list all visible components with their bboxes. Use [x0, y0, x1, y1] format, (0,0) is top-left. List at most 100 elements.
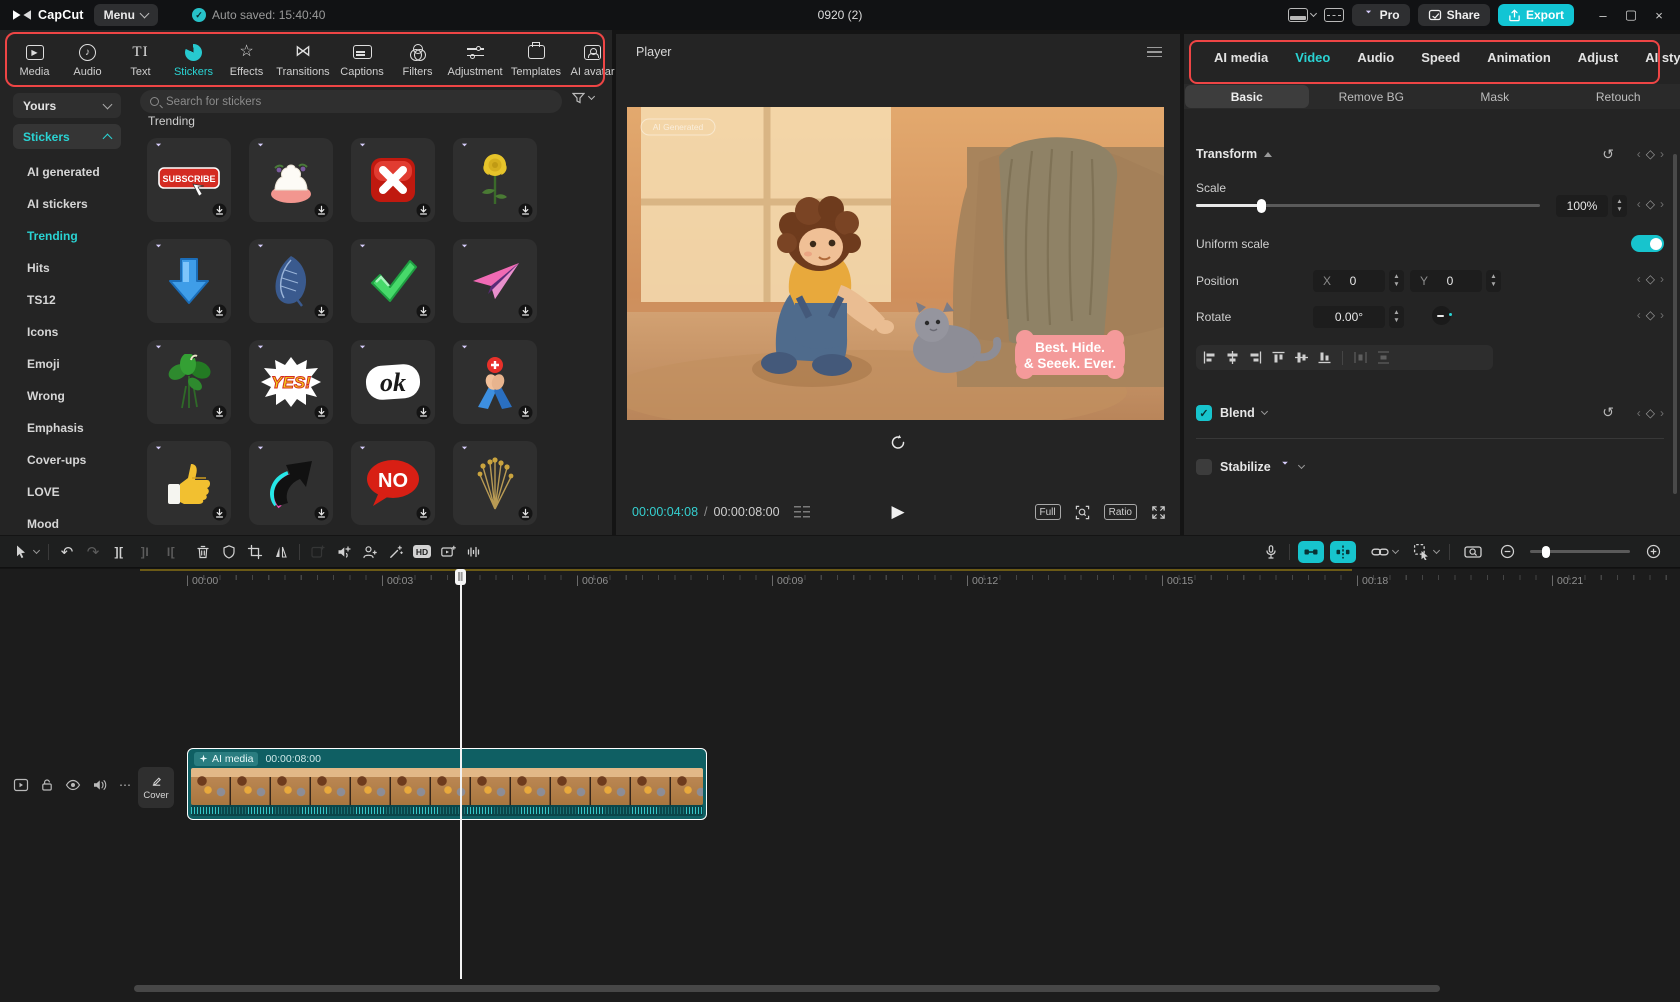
blend-checkbox[interactable]: ✓ [1196, 405, 1212, 421]
sticker-blue-leaf[interactable] [249, 239, 333, 323]
tab-media[interactable]: ▶Media [10, 34, 59, 78]
transform-keyframe-control[interactable]: ‹◇› [1637, 147, 1664, 161]
pro-button[interactable]: Pro [1352, 4, 1410, 26]
sidebar-item-0[interactable]: AI generated [0, 156, 132, 188]
sidebar-item-2[interactable]: Trending [0, 220, 132, 252]
chevron-down-icon[interactable] [33, 546, 40, 553]
add-video-button[interactable] [435, 539, 461, 565]
download-icon[interactable] [314, 203, 329, 218]
align-center-horizontal-icon[interactable] [1225, 350, 1240, 365]
sticker-no-bubble[interactable]: NO [351, 441, 435, 525]
sticker-green-checkmark[interactable] [351, 239, 435, 323]
align-right-icon[interactable] [1248, 350, 1263, 365]
auto-snap-toggle[interactable] [1330, 541, 1356, 563]
mask-button[interactable] [216, 539, 242, 565]
frame-preview-icon[interactable] [794, 506, 810, 518]
speaker-icon[interactable] [92, 778, 108, 792]
download-icon[interactable] [212, 304, 227, 319]
minimize-button[interactable]: – [1590, 2, 1616, 28]
ai-portrait-button[interactable] [357, 539, 383, 565]
full-button[interactable]: Full [1035, 504, 1061, 520]
sidebar-item-4[interactable]: TS12 [0, 284, 132, 316]
tab-audio[interactable]: Audio [1357, 50, 1394, 65]
menu-button[interactable]: Menu [94, 4, 158, 26]
chevron-down-icon[interactable] [1392, 546, 1399, 553]
preview-zoom-button[interactable] [1460, 539, 1486, 565]
scale-stepper[interactable]: ▲▼ [1612, 195, 1627, 217]
playhead[interactable] [460, 569, 462, 979]
sticker-whipped-cream[interactable] [249, 138, 333, 222]
download-icon[interactable] [314, 304, 329, 319]
timeline-scrollbar[interactable] [134, 985, 1440, 992]
download-icon[interactable] [314, 405, 329, 420]
tab-animation[interactable]: Animation [1487, 50, 1551, 65]
align-top-icon[interactable] [1271, 350, 1286, 365]
zoom-slider-knob[interactable] [1542, 546, 1550, 558]
delete-button[interactable] [190, 539, 216, 565]
close-button[interactable]: × [1646, 2, 1672, 28]
link-clips-button[interactable] [1367, 539, 1393, 565]
scale-slider-knob[interactable] [1257, 199, 1266, 213]
tab-filters[interactable]: Filters [393, 34, 442, 78]
download-icon[interactable] [212, 405, 227, 420]
sticker-search[interactable] [140, 90, 562, 113]
source-dropdown[interactable]: Yours [13, 93, 121, 118]
blend-section-header[interactable]: Blend [1220, 406, 1267, 420]
undo-button[interactable]: ↶ [54, 539, 80, 565]
player-menu-icon[interactable] [1147, 47, 1162, 57]
play-button[interactable]: ▶ [891, 502, 904, 522]
sidebar-item-11[interactable]: Mood [0, 508, 132, 535]
redo-button[interactable]: ↷ [80, 539, 106, 565]
focus-zoom-icon[interactable] [1075, 505, 1090, 520]
tab-ai-avatar[interactable]: AI avatar [568, 34, 617, 78]
tab-stickers[interactable]: Stickers [169, 34, 218, 78]
scale-keyframe-control[interactable]: ‹◇› [1637, 197, 1664, 211]
video-preview[interactable]: AI Generated Best. Hide. & Seeek. Ever. [627, 107, 1164, 420]
zoom-out-button[interactable] [1494, 539, 1520, 565]
align-bottom-icon[interactable] [1317, 350, 1332, 365]
cover-button[interactable]: Cover [138, 767, 174, 808]
subtab-basic[interactable]: Basic [1185, 85, 1309, 108]
sticker-high-five-plus[interactable] [453, 340, 537, 424]
more-options-icon[interactable]: ⋯ [119, 778, 132, 792]
magnetic-timeline-toggle[interactable] [1298, 541, 1324, 563]
timeline-zoom-slider[interactable] [1530, 550, 1630, 553]
tab-audio[interactable]: ♪Audio [63, 34, 112, 78]
tab-ai-media[interactable]: AI media [1214, 50, 1268, 65]
subtab-mask[interactable]: Mask [1433, 84, 1557, 109]
sticker-yes-burst[interactable]: YES! [249, 340, 333, 424]
tab-captions[interactable]: Captions [335, 34, 389, 78]
sticker-yellow-rose[interactable] [453, 138, 537, 222]
rotate-value-field[interactable]: 0.00° [1313, 306, 1385, 328]
download-icon[interactable] [212, 203, 227, 218]
align-center-vertical-icon[interactable] [1294, 350, 1309, 365]
position-x-field[interactable]: X0 [1313, 270, 1385, 292]
eye-icon[interactable] [65, 779, 81, 791]
delete-left-button[interactable]: ]I [132, 539, 158, 565]
chevron-down-icon[interactable] [1433, 546, 1440, 553]
tab-text[interactable]: TIText [116, 34, 165, 78]
reset-blend-icon[interactable]: ↺ [1602, 404, 1614, 421]
download-icon[interactable] [518, 203, 533, 218]
maximize-button[interactable]: ▢ [1618, 2, 1644, 28]
subtab-retouch[interactable]: Retouch [1557, 84, 1680, 109]
sticker-blue-down-arrow[interactable] [147, 239, 231, 323]
sidebar-item-8[interactable]: Emphasis [0, 412, 132, 444]
position-x-stepper[interactable]: ▲▼ [1389, 270, 1404, 292]
align-left-icon[interactable] [1202, 350, 1217, 365]
transform-section-header[interactable]: Transform [1196, 147, 1272, 161]
sticker-dried-flowers[interactable] [453, 441, 537, 525]
sidebar-item-10[interactable]: LOVE [0, 476, 132, 508]
tab-effects[interactable]: ☆Effects [222, 34, 271, 78]
uniform-scale-toggle[interactable] [1631, 235, 1664, 252]
refresh-preview-icon[interactable] [890, 434, 907, 456]
download-icon[interactable] [212, 506, 227, 521]
zoom-in-button[interactable] [1640, 539, 1666, 565]
sticker-ok-script[interactable]: ok [351, 340, 435, 424]
tab-speed[interactable]: Speed [1421, 50, 1460, 65]
sticker-green-plant[interactable] [147, 340, 231, 424]
rotate-keyframe-control[interactable]: ‹◇› [1637, 308, 1664, 322]
scale-value[interactable]: 100% [1556, 195, 1608, 217]
split-button[interactable]: ][ [106, 539, 132, 565]
download-icon[interactable] [518, 405, 533, 420]
